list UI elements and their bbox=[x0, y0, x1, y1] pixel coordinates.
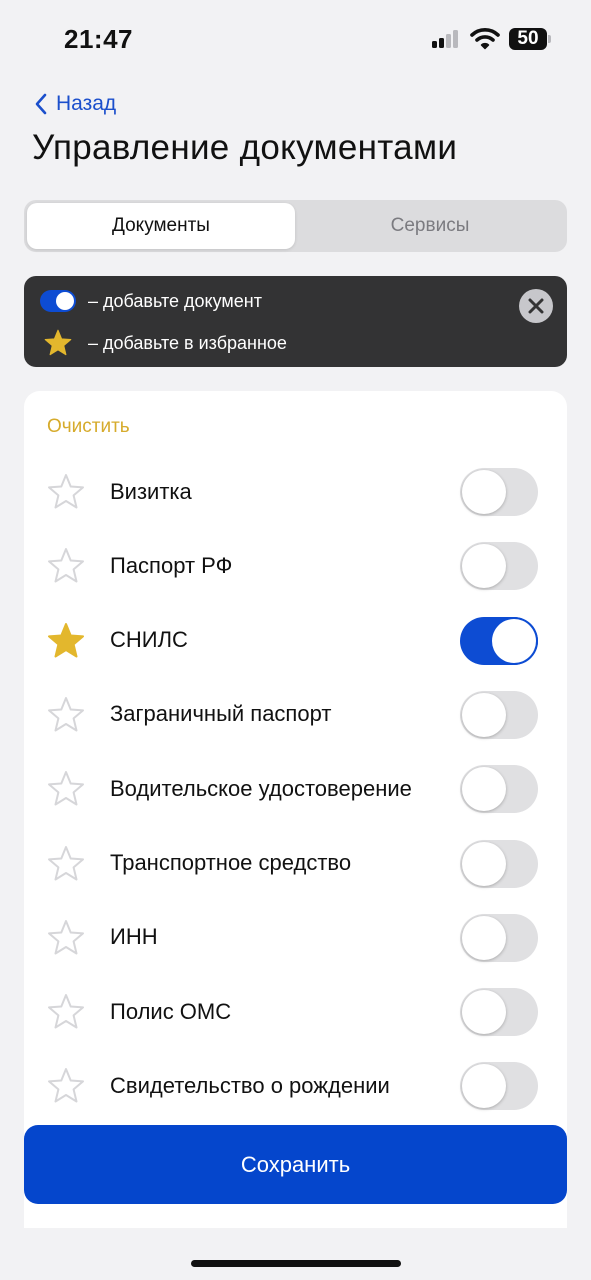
document-label: Визитка bbox=[110, 478, 192, 504]
battery-level: 50 bbox=[517, 28, 539, 49]
hint-banner: – добавьте документ – добавьте в избранн… bbox=[24, 276, 567, 367]
document-toggle[interactable] bbox=[460, 690, 538, 739]
document-toggle[interactable] bbox=[460, 616, 538, 665]
document-label: СНИЛС bbox=[110, 627, 188, 653]
toggle-knob bbox=[462, 470, 506, 514]
tab-services[interactable]: Сервисы bbox=[296, 203, 564, 249]
favorite-star-button[interactable] bbox=[46, 695, 86, 735]
list-item: Полис ОМС bbox=[24, 974, 567, 1048]
star-filled-icon bbox=[48, 622, 84, 658]
document-toggle[interactable] bbox=[460, 913, 538, 962]
document-label: Транспортное средство bbox=[110, 850, 352, 875]
list-item: СНИЛС bbox=[24, 603, 567, 677]
close-icon bbox=[528, 298, 544, 314]
toggle-knob bbox=[462, 544, 506, 589]
star-outline-icon bbox=[48, 919, 84, 955]
list-item: Водительское удостоверение bbox=[24, 751, 567, 825]
document-toggle[interactable] bbox=[460, 988, 538, 1037]
star-outline-icon bbox=[48, 1068, 84, 1103]
favorite-star-button[interactable] bbox=[46, 769, 86, 809]
battery-icon: 50 bbox=[509, 28, 547, 50]
favorite-star-button[interactable] bbox=[46, 472, 86, 512]
bottom-safe-area bbox=[0, 1228, 591, 1280]
battery-tip bbox=[548, 35, 551, 43]
star-icon bbox=[44, 329, 72, 356]
status-time: 21:47 bbox=[64, 24, 133, 54]
signal-icon bbox=[432, 30, 462, 48]
save-button[interactable]: Сохранить bbox=[24, 1125, 567, 1204]
toggle-knob bbox=[462, 841, 506, 886]
list-item: Паспорт РФ bbox=[24, 528, 567, 602]
toggle-knob bbox=[492, 618, 536, 663]
toggle-knob bbox=[462, 767, 506, 812]
page-title: Управление документами bbox=[32, 128, 458, 167]
hint-toggle-text: – добавьте документ bbox=[88, 290, 262, 311]
document-label: Заграничный паспорт bbox=[110, 701, 332, 727]
star-outline-icon bbox=[48, 696, 84, 732]
favorite-star-button[interactable] bbox=[46, 1066, 86, 1106]
list-item: Заграничный паспорт bbox=[24, 677, 567, 751]
document-toggle[interactable] bbox=[460, 468, 538, 516]
document-label: Свидетельство о рождении bbox=[110, 1072, 390, 1098]
list-item: Визитка bbox=[24, 454, 567, 528]
toggle-knob bbox=[462, 915, 506, 960]
document-toggle[interactable] bbox=[460, 542, 538, 591]
toggle-knob bbox=[462, 692, 506, 737]
favorite-star-button[interactable] bbox=[46, 546, 86, 586]
clear-button[interactable]: Очистить bbox=[47, 416, 130, 438]
chevron-left-icon bbox=[35, 93, 47, 115]
star-outline-icon bbox=[48, 474, 84, 509]
document-toggle[interactable] bbox=[460, 1062, 538, 1111]
document-label: Водительское удостоверение bbox=[110, 775, 412, 801]
document-toggle[interactable] bbox=[460, 839, 538, 888]
back-button[interactable]: Назад bbox=[34, 92, 116, 116]
favorite-star-button[interactable] bbox=[46, 621, 86, 661]
favorite-star-button[interactable] bbox=[46, 844, 86, 884]
hint-row-star: – добавьте в избранное bbox=[40, 328, 287, 358]
list-item: ИНН bbox=[24, 900, 567, 974]
status-bar: 21:47 50 bbox=[0, 0, 591, 80]
list-item: Транспортное средство bbox=[24, 826, 567, 900]
document-label: ИНН bbox=[110, 924, 158, 950]
star-outline-icon bbox=[48, 994, 84, 1029]
star-outline-icon bbox=[48, 771, 84, 806]
document-label: Паспорт РФ bbox=[110, 552, 233, 578]
wifi-icon bbox=[470, 28, 500, 50]
star-outline-icon bbox=[48, 548, 84, 583]
home-indicator bbox=[191, 1260, 401, 1267]
document-label: Полис ОМС bbox=[110, 998, 232, 1024]
tab-documents[interactable]: Документы bbox=[27, 203, 295, 249]
hint-star-text: – добавьте в избранное bbox=[88, 332, 287, 353]
toggle-knob bbox=[462, 1064, 506, 1109]
favorite-star-button[interactable] bbox=[46, 918, 86, 958]
segmented-control: Документы Сервисы bbox=[24, 200, 567, 252]
toggle-on-icon bbox=[40, 290, 76, 312]
favorite-star-button[interactable] bbox=[46, 992, 86, 1032]
back-label: Назад bbox=[56, 92, 117, 115]
hint-row-toggle: – добавьте документ bbox=[40, 290, 262, 312]
toggle-knob bbox=[462, 990, 506, 1035]
star-outline-icon bbox=[48, 845, 84, 880]
document-toggle[interactable] bbox=[460, 765, 538, 814]
documents-list: Очистить Визитка Паспорт РФ СНИЛС Заграничн… bbox=[24, 391, 567, 1228]
list-item: Свидетельство о рождении bbox=[24, 1048, 567, 1122]
close-button[interactable] bbox=[519, 289, 553, 323]
